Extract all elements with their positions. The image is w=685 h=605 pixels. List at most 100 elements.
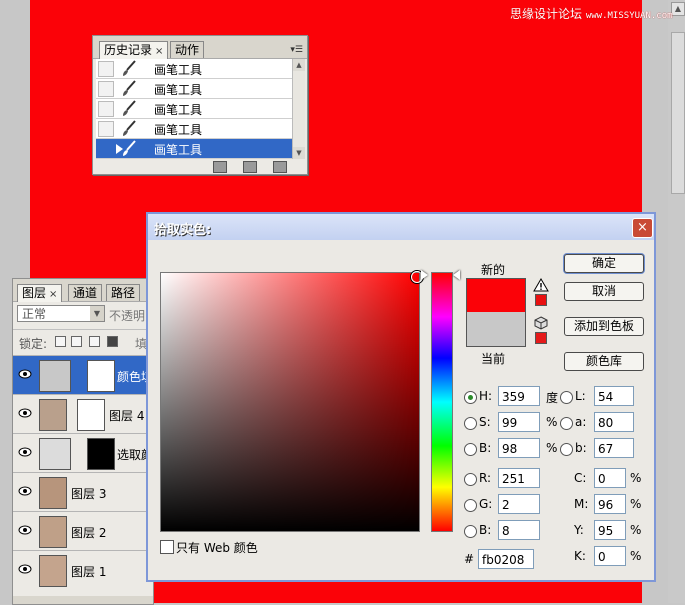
layer-row[interactable]: 选取颜 <box>13 433 153 472</box>
current-color-swatch[interactable] <box>466 312 526 347</box>
cyan-input[interactable]: 0 <box>594 468 626 488</box>
history-item-label: 画笔工具 <box>154 103 203 117</box>
saturation-input[interactable]: 99 <box>498 412 540 432</box>
history-scrollbar[interactable]: ▲ ▼ <box>292 59 305 159</box>
red-input[interactable]: 251 <box>498 468 540 488</box>
eye-icon[interactable] <box>18 564 32 574</box>
hue-input[interactable]: 359 <box>498 386 540 406</box>
blue-input[interactable]: 8 <box>498 520 540 540</box>
tab-history[interactable]: 历史记录 × <box>99 41 169 59</box>
lab-b-key: b: <box>575 441 587 455</box>
layer-mask-thumbnail[interactable] <box>77 399 105 431</box>
lock-position-icon[interactable] <box>89 336 100 347</box>
saturation-radio[interactable] <box>464 417 477 430</box>
yellow-input[interactable]: 95 <box>594 520 626 540</box>
lab-l-radio[interactable] <box>560 391 573 404</box>
layers-tabbar: 图层 × 通道 路径 <box>13 279 153 302</box>
history-item-selected[interactable]: 画笔工具 <box>96 139 292 159</box>
layer-row-selected[interactable]: 颜色填 <box>13 355 153 394</box>
web-colors-only-checkbox[interactable] <box>160 540 174 554</box>
close-icon[interactable]: × <box>49 289 57 300</box>
eye-icon[interactable] <box>18 369 32 379</box>
hex-input[interactable]: fb0208 <box>478 549 534 569</box>
history-item[interactable]: 画笔工具 <box>96 119 292 139</box>
hue-slider-arrow-icon[interactable] <box>453 270 460 280</box>
layer-thumbnail[interactable] <box>39 399 67 431</box>
trash-icon[interactable] <box>273 161 287 173</box>
lock-transparency-icon[interactable] <box>55 336 66 347</box>
blue-radio[interactable] <box>464 525 477 538</box>
tab-paths-label: 路径 <box>111 286 136 300</box>
layer-row[interactable]: 图层 1 <box>13 550 153 589</box>
eye-icon[interactable] <box>18 525 32 535</box>
history-item[interactable]: 画笔工具 <box>96 79 292 99</box>
camera-snapshot-icon[interactable] <box>243 161 257 173</box>
lab-l-input[interactable]: 54 <box>594 386 634 406</box>
yellow-unit: % <box>630 523 642 537</box>
lab-a-input[interactable]: 80 <box>594 412 634 432</box>
snapshot-source-checkbox[interactable] <box>98 61 114 77</box>
tab-paths[interactable]: 路径 <box>106 284 141 301</box>
eye-icon[interactable] <box>18 447 32 457</box>
tab-layers[interactable]: 图层 × <box>17 284 63 302</box>
layer-thumbnail[interactable] <box>39 555 67 587</box>
adjustment-thumbnail[interactable] <box>39 360 71 392</box>
tab-channels[interactable]: 通道 <box>68 284 103 301</box>
snapshot-source-checkbox[interactable] <box>98 101 114 117</box>
history-item-label: 画笔工具 <box>154 143 203 157</box>
snapshot-source-checkbox[interactable] <box>98 121 114 137</box>
web-safe-cube-icon[interactable] <box>534 316 548 330</box>
color-field[interactable] <box>160 272 420 532</box>
ok-button[interactable]: 确定 <box>564 254 644 273</box>
tab-layers-label: 图层 <box>22 286 47 300</box>
layer-thumbnail[interactable] <box>39 516 67 548</box>
tab-actions[interactable]: 动作 <box>170 41 205 58</box>
layer-row[interactable]: 图层 4 <box>13 394 153 433</box>
layer-row[interactable]: 图层 2 <box>13 511 153 550</box>
brightness-input[interactable]: 98 <box>498 438 540 458</box>
layer-row[interactable]: 图层 3 <box>13 472 153 511</box>
panel-menu-icon[interactable]: ▾☰ <box>290 45 303 55</box>
green-input[interactable]: 2 <box>498 494 540 514</box>
red-radio[interactable] <box>464 473 477 486</box>
history-item[interactable]: 画笔工具 <box>96 99 292 119</box>
new-document-icon[interactable] <box>213 161 227 173</box>
snapshot-source-checkbox[interactable] <box>98 81 114 97</box>
gamut-swatch[interactable] <box>535 294 547 306</box>
lab-a-radio[interactable] <box>560 417 573 430</box>
hue-slider[interactable] <box>431 272 453 532</box>
lock-pixels-icon[interactable] <box>71 336 82 347</box>
black-input[interactable]: 0 <box>594 546 626 566</box>
layer-mask-thumbnail[interactable] <box>87 438 115 470</box>
lab-b-input[interactable]: 67 <box>594 438 634 458</box>
eye-icon[interactable] <box>18 408 32 418</box>
eye-icon[interactable] <box>18 486 32 496</box>
green-radio[interactable] <box>464 499 477 512</box>
web-safe-swatch[interactable] <box>535 332 547 344</box>
dialog-titlebar[interactable]: 拾取实色: × <box>148 214 654 240</box>
add-to-swatches-button[interactable]: 添加到色板 <box>564 317 644 336</box>
close-icon[interactable]: × <box>632 218 653 238</box>
layer-mask-thumbnail[interactable] <box>87 360 115 392</box>
cancel-button[interactable]: 取消 <box>564 282 644 301</box>
close-icon[interactable]: × <box>155 46 163 57</box>
lab-b-radio[interactable] <box>560 443 573 456</box>
magenta-input[interactable]: 96 <box>594 494 626 514</box>
lock-all-icon[interactable] <box>107 336 118 347</box>
hue-radio[interactable] <box>464 391 477 404</box>
chevron-down-icon[interactable]: ▼ <box>90 306 104 321</box>
scroll-up-icon[interactable]: ▲ <box>293 59 305 71</box>
out-of-gamut-warning-icon[interactable] <box>533 278 549 292</box>
history-item[interactable]: 画笔工具 <box>96 59 292 79</box>
snapshot-source-checkbox[interactable] <box>98 141 114 157</box>
brightness-radio[interactable] <box>464 443 477 456</box>
color-libraries-button[interactable]: 颜色库 <box>564 352 644 371</box>
blend-mode-select[interactable]: 正常 ▼ <box>17 305 105 322</box>
hue-slider-arrow-icon[interactable] <box>421 270 428 280</box>
new-color-label: 新的 <box>481 263 506 277</box>
scroll-up-icon[interactable]: ▲ <box>671 2 685 16</box>
adjustment-thumbnail[interactable] <box>39 438 71 470</box>
scroll-down-icon[interactable]: ▼ <box>293 147 305 159</box>
layer-thumbnail[interactable] <box>39 477 67 509</box>
scroll-thumb[interactable] <box>671 32 685 194</box>
